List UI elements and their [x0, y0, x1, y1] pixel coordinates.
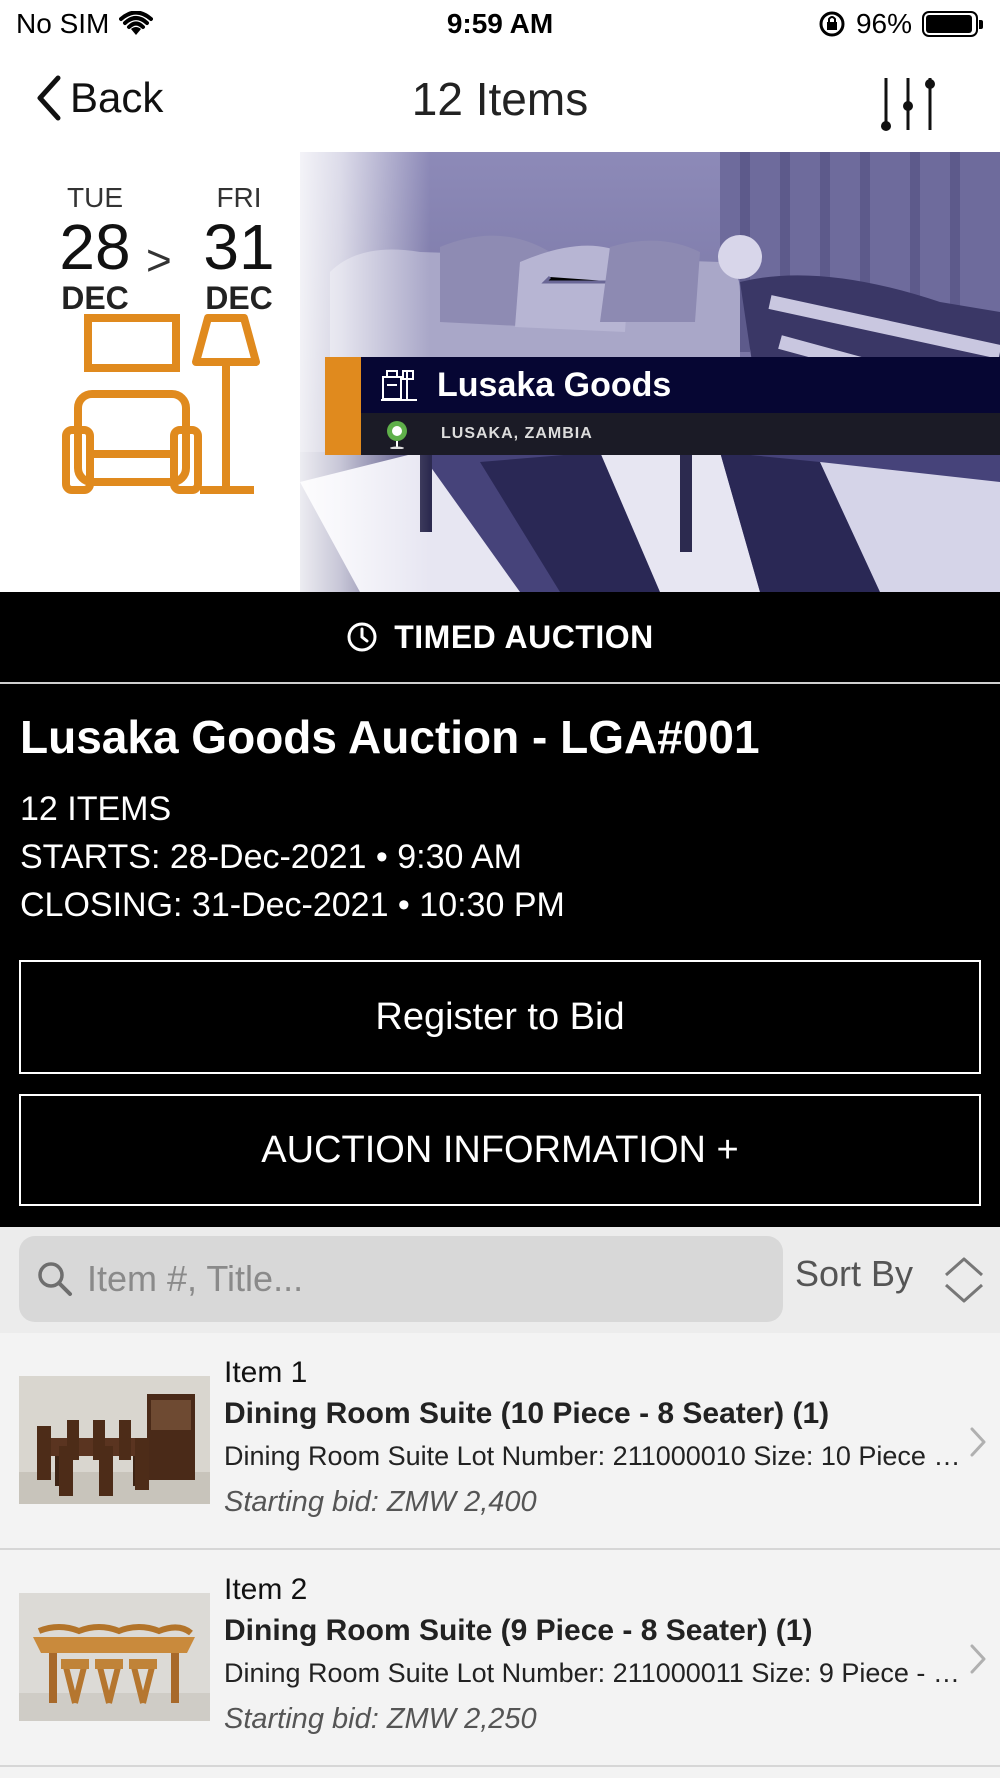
list-item[interactable]: Item 1 Dining Room Suite (10 Piece - 8 S… — [0, 1333, 1000, 1550]
auction-closing: CLOSING: 31-Dec-2021 • 10:30 PM — [20, 886, 565, 924]
orientation-lock-icon — [819, 11, 845, 37]
register-to-bid-button[interactable]: Register to Bid — [19, 960, 981, 1074]
item-thumbnail — [19, 1376, 210, 1504]
item-thumbnail — [19, 1593, 210, 1721]
battery-tip — [979, 20, 983, 29]
venue-name: Lusaka Goods — [437, 365, 672, 404]
start-date-number: 28 — [59, 211, 131, 283]
hero-banner: TUE 28 DEC > FRI 31 DEC Lusaka Goods LUS… — [0, 152, 1000, 592]
item-number: Item 1 — [224, 1356, 308, 1389]
timed-auction-banner: TIMED AUCTION — [0, 592, 1000, 684]
end-date-number: 31 — [203, 211, 275, 283]
item-title: Dining Room Suite (10 Piece - 8 Seater) … — [224, 1397, 830, 1430]
search-icon — [38, 1262, 72, 1296]
status-right: 96% — [818, 8, 983, 40]
building-icon — [381, 370, 417, 401]
item-number: Item 2 — [224, 1573, 308, 1606]
end-day: FRI — [216, 182, 262, 213]
start-day: TUE — [67, 182, 123, 213]
start-date: TUE 28 DEC — [40, 182, 150, 317]
auction-type-label: TIMED AUCTION — [394, 618, 654, 655]
search-row: Sort By — [0, 1227, 1000, 1333]
chevron-right-icon — [970, 1427, 986, 1457]
sort-updown-icon[interactable] — [940, 1253, 988, 1307]
item-text: Item 1 Dining Room Suite (10 Piece - 8 S… — [224, 1353, 969, 1527]
auction-panel: TIMED AUCTION Lusaka Goods Auction - LGA… — [0, 592, 1000, 1227]
list-item[interactable]: Item 2 Dining Room Suite (9 Piece - 8 Se… — [0, 1550, 1000, 1767]
chevron-right-icon — [970, 1644, 986, 1674]
item-starting-bid: Starting bid: ZMW 2,250 — [224, 1703, 537, 1735]
battery-icon — [922, 11, 983, 37]
sort-by-button[interactable]: Sort By — [795, 1253, 913, 1295]
battery-percent: 96% — [855, 8, 912, 39]
venue-location: LUSAKA, ZAMBIA — [441, 425, 593, 442]
item-starting-bid: Starting bid: ZMW 2,400 — [224, 1486, 537, 1518]
battery-fill — [926, 15, 973, 33]
venue-name-row: Lusaka Goods — [361, 357, 1000, 413]
venue-location-row: LUSAKA, ZAMBIA — [361, 413, 1000, 455]
location-pin-icon — [387, 421, 407, 449]
date-separator: > — [146, 236, 172, 285]
item-title: Dining Room Suite (9 Piece - 8 Seater) (… — [224, 1614, 813, 1647]
auction-information-button[interactable]: AUCTION INFORMATION + — [19, 1094, 981, 1206]
search-box[interactable] — [19, 1236, 783, 1322]
clock-icon — [347, 622, 377, 652]
venue-tag: Lusaka Goods LUSAKA, ZAMBIA — [325, 357, 1000, 455]
auction-items-count: 12 ITEMS — [20, 790, 172, 828]
filter-sliders-icon[interactable] — [878, 72, 942, 136]
nav-bar: Back 12 Items — [0, 56, 1000, 152]
item-text: Item 2 Dining Room Suite (9 Piece - 8 Se… — [224, 1570, 969, 1744]
status-bar: No SIM 9:59 AM 96% — [0, 0, 1000, 50]
item-list: Item 1 Dining Room Suite (10 Piece - 8 S… — [0, 1333, 1000, 1778]
item-description: Dining Room Suite Lot Number: 211000011 … — [224, 1658, 969, 1688]
app-screen: No SIM 9:59 AM 96% Back 12 Items TUE 28 … — [0, 0, 1000, 1778]
item-description: Dining Room Suite Lot Number: 211000010 … — [224, 1441, 969, 1471]
page-title: 12 Items — [411, 73, 589, 125]
furniture-icon — [62, 314, 260, 494]
auction-title: Lusaka Goods Auction - LGA#001 — [20, 711, 760, 763]
search-input[interactable] — [87, 1258, 747, 1300]
venue-accent — [325, 357, 361, 455]
auction-starts: STARTS: 28-Dec-2021 • 9:30 AM — [20, 838, 522, 876]
end-date: FRI 31 DEC — [184, 182, 294, 317]
